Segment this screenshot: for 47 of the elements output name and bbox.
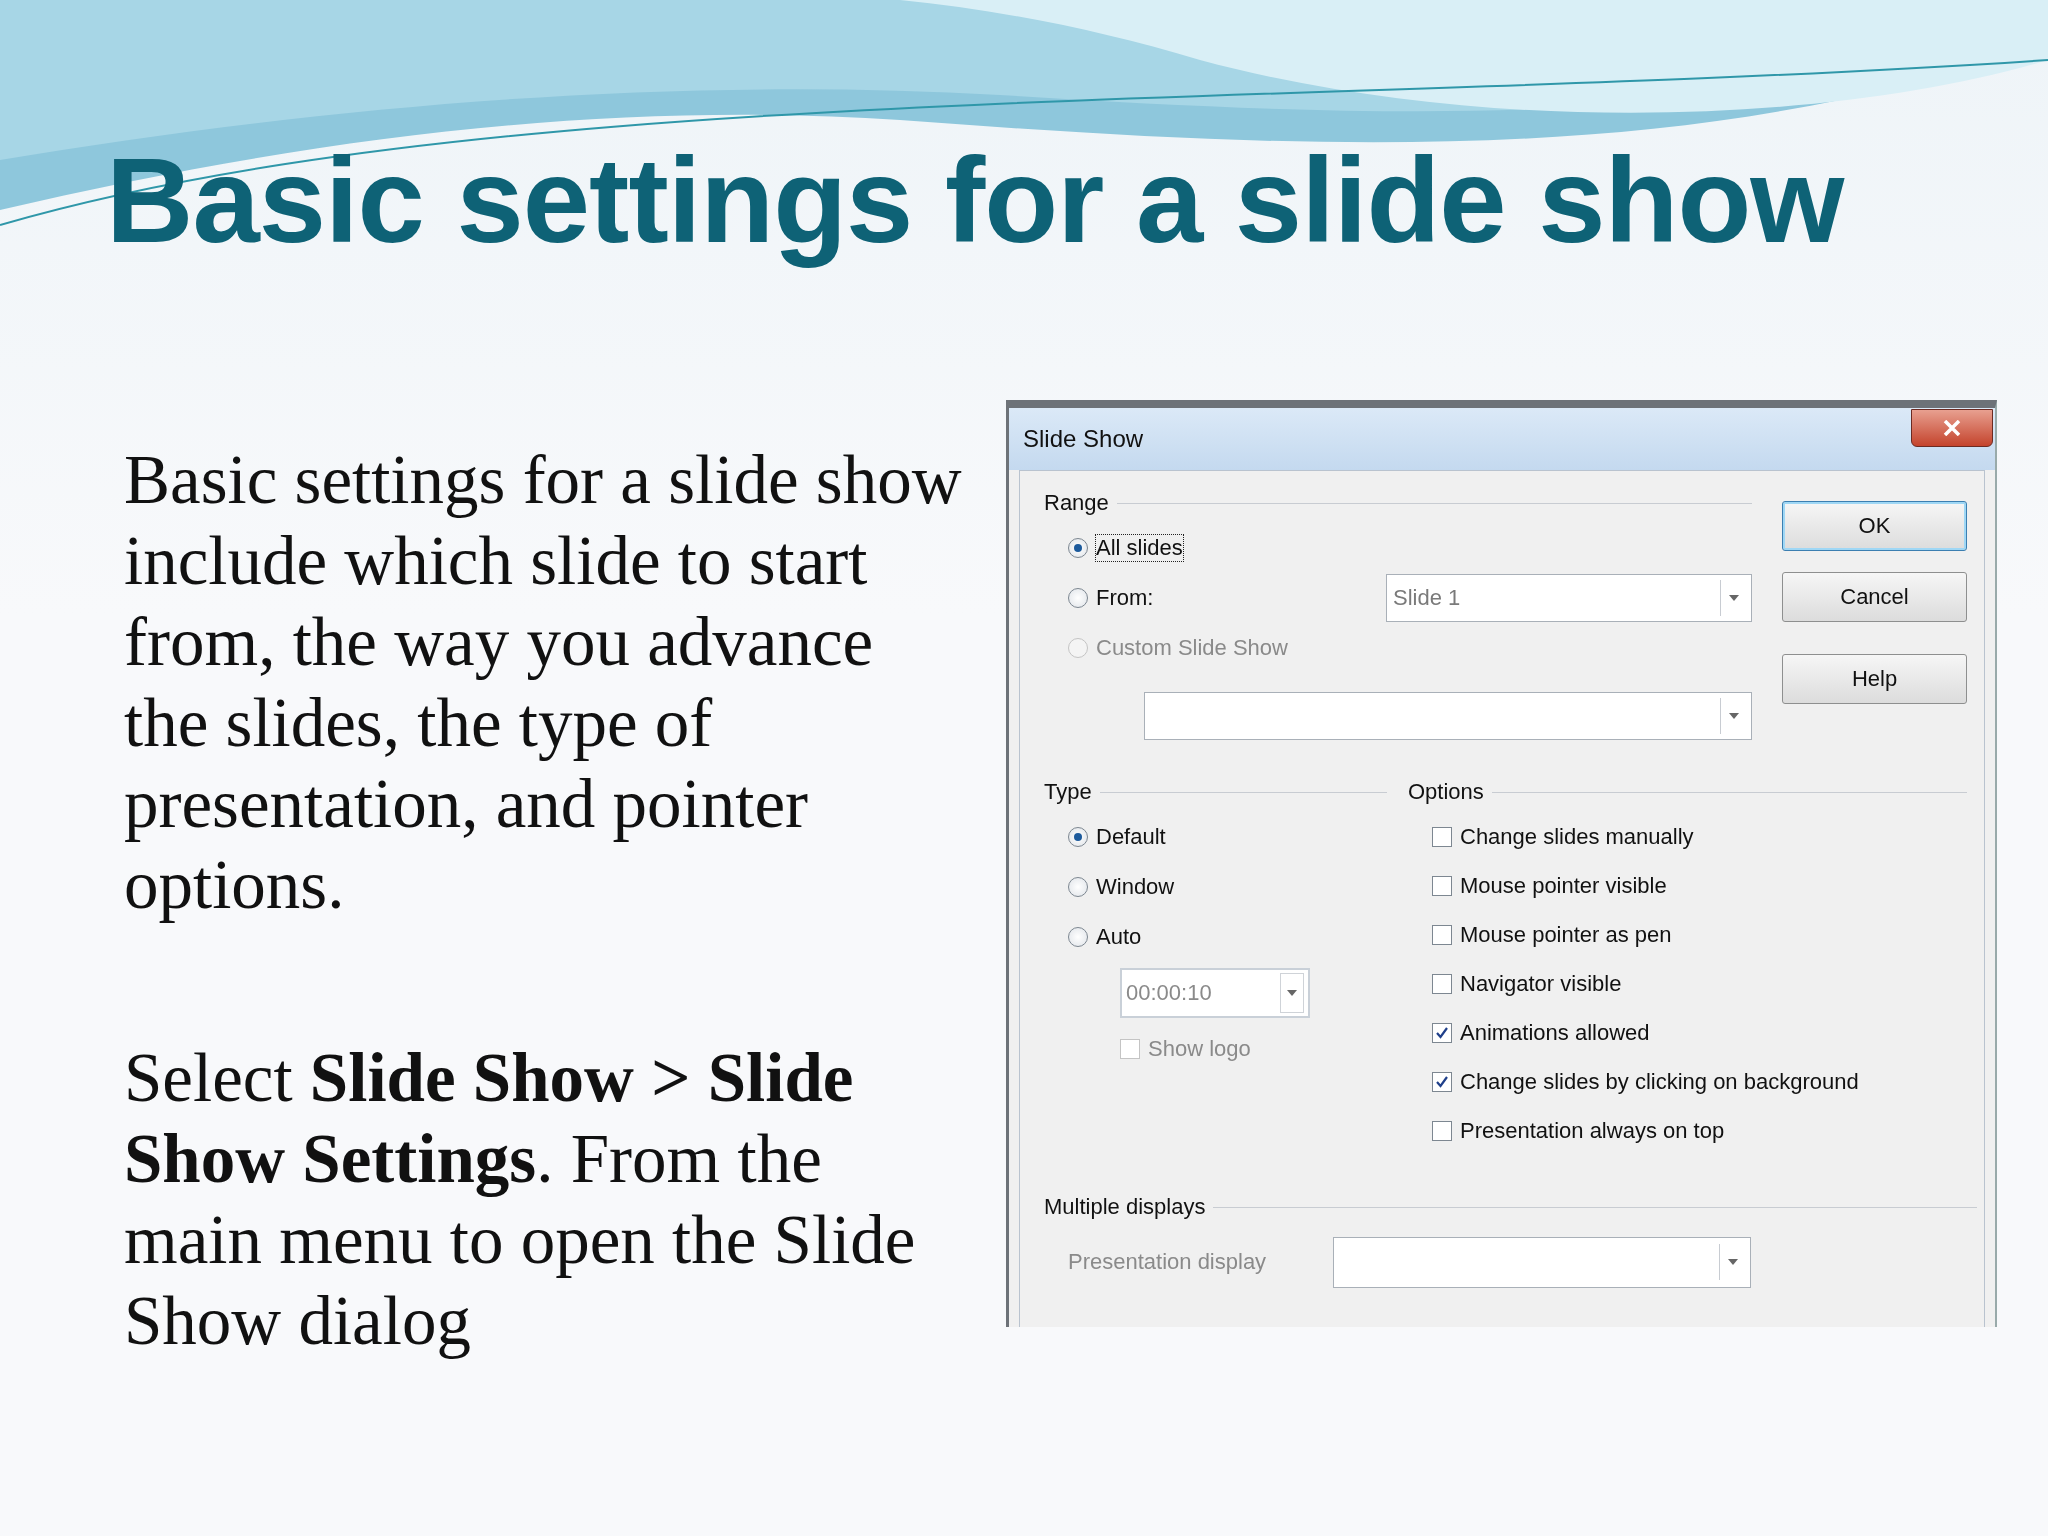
- radio-label: Default: [1096, 824, 1166, 850]
- dialog-button[interactable]: Help: [1782, 654, 1967, 704]
- checkbox[interactable]: [1432, 973, 1452, 994]
- radio-label: Custom Slide Show: [1096, 635, 1288, 661]
- caret-icon: [1728, 594, 1740, 602]
- checkbox-label: Show logo: [1148, 1036, 1251, 1062]
- radio-button[interactable]: [1068, 877, 1088, 897]
- body-paragraph: Select Slide Show > Slide Show Settings. From the main menu to open the Slide Show dialog: [124, 1039, 917, 1361]
- checkbox[interactable]: [1432, 1022, 1452, 1043]
- radio-label: All slides: [1096, 535, 1183, 561]
- radio-button[interactable]: [1068, 538, 1088, 558]
- field-label: Presentation display: [1068, 1249, 1268, 1275]
- radio-button[interactable]: [1068, 827, 1088, 847]
- checkbox-label: Presentation always on top: [1460, 1117, 1725, 1144]
- radio-label: Window: [1096, 874, 1175, 900]
- close-icon: [1943, 420, 1961, 436]
- caret-icon: [1728, 712, 1740, 720]
- dialog-button[interactable]: OK: [1782, 501, 1967, 551]
- radio-button[interactable]: [1068, 927, 1088, 947]
- checkbox-label: Animations allowed: [1460, 1019, 1650, 1046]
- spin-arrow-icon: [1286, 989, 1298, 997]
- checkbox[interactable]: [1432, 826, 1452, 847]
- radio-label: Auto: [1096, 924, 1142, 950]
- dialog-title: Slide Show: [1023, 425, 1144, 453]
- checkbox[interactable]: [1432, 1120, 1452, 1141]
- caret-icon: [1727, 1258, 1739, 1266]
- checkbox[interactable]: [1432, 1071, 1452, 1092]
- group-label: Type: [1044, 779, 1092, 805]
- dialog-button[interactable]: Cancel: [1782, 572, 1967, 622]
- group-label: Multiple displays: [1044, 1194, 1206, 1220]
- radio-label: From:: [1096, 585, 1154, 611]
- custom-show-dropdown[interactable]: [1144, 692, 1752, 740]
- slide-dropdown[interactable]: Slide 1: [1386, 574, 1752, 622]
- checkbox[interactable]: [1432, 875, 1452, 896]
- group-label: Options: [1408, 779, 1484, 805]
- body-paragraph: Basic settings for a slide show include which slide to start from, the way you advance the slides, the type of presentation, and pointer options.: [124, 441, 963, 925]
- checkbox-label: Mouse pointer as pen: [1460, 921, 1672, 948]
- group-label: Range: [1044, 490, 1109, 516]
- checkbox-label: Change slides manually: [1460, 823, 1694, 850]
- checkbox-label: Mouse pointer visible: [1460, 872, 1667, 899]
- radio-button[interactable]: [1068, 588, 1088, 608]
- display-dropdown[interactable]: [1333, 1236, 1751, 1288]
- close-button[interactable]: [1911, 409, 1993, 447]
- checkbox[interactable]: [1432, 924, 1452, 945]
- slide-title: Basic settings for a slide show: [106, 131, 1844, 270]
- checkbox-label: Change slides by clicking on background: [1460, 1068, 1859, 1095]
- checkbox-label: Navigator visible: [1460, 970, 1622, 997]
